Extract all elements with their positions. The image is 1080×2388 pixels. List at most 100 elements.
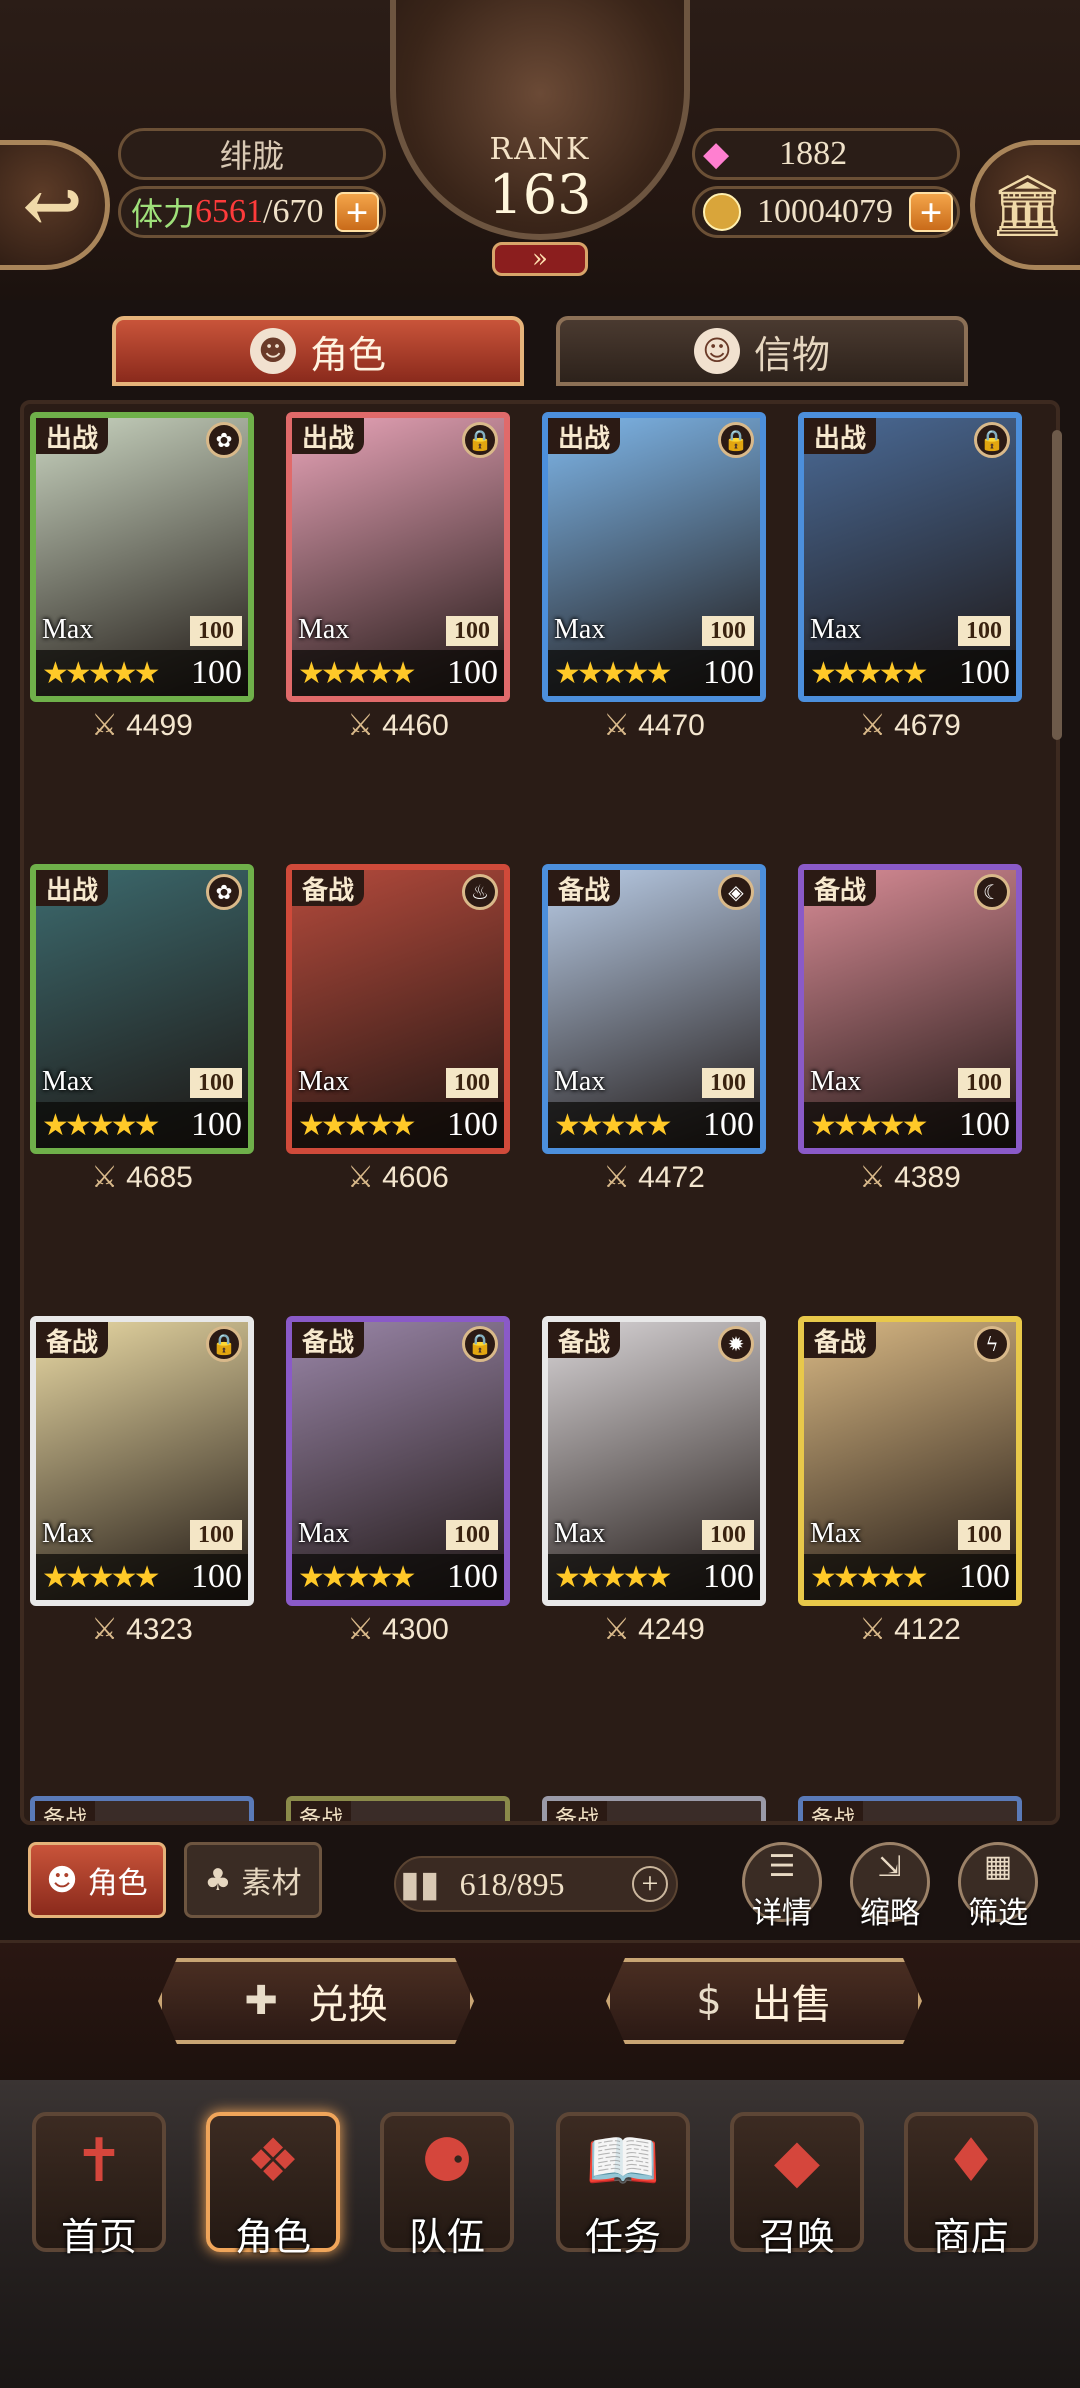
- deploy-status-tag: 备战: [292, 870, 365, 906]
- power-rating: ⚔ 4470: [542, 708, 766, 752]
- power-rating: ⚔ 4122: [798, 1612, 1022, 1656]
- crossed-swords-icon: ⚔: [91, 709, 119, 742]
- star-level: 100: [447, 1106, 498, 1143]
- character-card[interactable]: 备战 🔒 Max 100 ★★★★★ 100: [286, 1316, 510, 1606]
- deploy-status-tag: 出战: [36, 870, 109, 906]
- token-head-icon: ☺: [693, 328, 740, 374]
- character-card[interactable]: 备战 ♨ Max 100 ★★★★★ 100: [286, 864, 510, 1154]
- gem-icon: ◆: [703, 136, 730, 173]
- character-card-partial[interactable]: 备战: [542, 1796, 766, 1821]
- star-icons: ★★★★★: [42, 655, 161, 691]
- power-value: 4472: [638, 1161, 705, 1194]
- power-rating: ⚔ 4389: [798, 1160, 1022, 1204]
- lock-icon: 🔒: [718, 422, 754, 458]
- tab-tokens[interactable]: ☺ 信物: [556, 316, 968, 386]
- gold-display: 10004079 +: [692, 186, 960, 238]
- fast-forward-button[interactable]: »: [492, 242, 588, 276]
- gear-icon: ✹: [718, 1326, 754, 1362]
- details-label: 详情: [752, 1896, 812, 1931]
- character-card[interactable]: 出战 🔒 Max 100 ★★★★★ 100: [286, 412, 510, 702]
- star-level: 100: [959, 654, 1010, 691]
- exchange-button[interactable]: ✚ 兑换: [158, 1958, 474, 2044]
- star-level: 100: [191, 1558, 242, 1595]
- character-card[interactable]: 出战 🔒 Max 100 ★★★★★ 100: [798, 412, 1022, 702]
- deploy-status-tag: 出战: [36, 418, 109, 454]
- character-head-icon: ☻: [249, 328, 296, 374]
- star-icons: ★★★★★: [298, 655, 417, 691]
- home-banner-icon: ✝: [73, 2126, 125, 2196]
- star-row: ★★★★★ 100: [36, 1554, 248, 1600]
- crossed-swords-icon: ⚔: [603, 1613, 631, 1646]
- star-icons: ★★★★★: [810, 1559, 929, 1595]
- character-card[interactable]: 备战 ϟ Max 100 ★★★★★ 100: [798, 1316, 1022, 1606]
- add-gold-button[interactable]: +: [909, 192, 953, 233]
- crossed-swords-icon: ⚔: [603, 1161, 631, 1194]
- level-max-label: Max: [810, 1518, 862, 1549]
- level-max-label: Max: [810, 614, 862, 645]
- deploy-status-tag: 备战: [803, 1801, 864, 1821]
- star-icons: ★★★★★: [554, 1559, 673, 1595]
- expand-capacity-button[interactable]: +: [632, 1866, 668, 1902]
- star-icons: ★★★★★: [42, 1559, 161, 1595]
- leaf-icon: ✿: [206, 422, 242, 458]
- deploy-status-tag: 出战: [548, 418, 621, 454]
- character-card[interactable]: 备战 ✹ Max 100 ★★★★★ 100: [542, 1316, 766, 1606]
- star-row: ★★★★★ 100: [36, 1102, 248, 1148]
- level-max-label: Max: [42, 614, 94, 645]
- tab-characters[interactable]: ☻ 角色: [112, 316, 524, 386]
- grid-filter-icon: ▦: [983, 1849, 1013, 1884]
- star-level: 100: [191, 1106, 242, 1143]
- crossed-swords-icon: ⚔: [347, 1613, 375, 1646]
- power-value: 4249: [638, 1613, 705, 1646]
- star-level: 100: [703, 654, 754, 691]
- grid-scrollbar[interactable]: [1052, 430, 1062, 740]
- summon-card-icon: ◆: [773, 2126, 821, 2196]
- add-stamina-button[interactable]: +: [335, 192, 379, 233]
- level-max-label: Max: [298, 1066, 350, 1097]
- character-card[interactable]: 备战 ◈ Max 100 ★★★★★ 100: [542, 864, 766, 1154]
- character-card[interactable]: 出战 🔒 Max 100 ★★★★★ 100: [542, 412, 766, 702]
- team-icon: ⚈: [420, 2126, 474, 2196]
- power-value: 4685: [126, 1161, 193, 1194]
- sell-button[interactable]: $ 出售: [606, 1958, 922, 2044]
- fast-forward-icon: »: [532, 244, 548, 274]
- level-value: 100: [190, 1068, 242, 1098]
- level-value: 100: [958, 616, 1010, 646]
- filter-materials-button[interactable]: ♣ 素材: [184, 1842, 322, 1918]
- star-row: ★★★★★ 100: [36, 650, 248, 696]
- crossed-swords-icon: ⚔: [347, 1161, 375, 1194]
- crossed-swords-icon: ⚔: [91, 1613, 119, 1646]
- power-rating: ⚔ 4606: [286, 1160, 510, 1204]
- puzzle-icon: ✚: [244, 1978, 278, 2024]
- level-max-label: Max: [554, 1066, 606, 1097]
- lock-icon: 🔒: [974, 422, 1010, 458]
- character-grid[interactable]: 出战 ✿ Max 100 ★★★★★ 100 ⚔ 4499 出战 🔒 Max 100 ★★★★★ 100 ⚔…: [20, 400, 1060, 1825]
- level-value: 100: [446, 1520, 498, 1550]
- level-max-label: Max: [298, 614, 350, 645]
- star-row: ★★★★★ 100: [548, 1554, 760, 1600]
- star-row: ★★★★★ 100: [292, 650, 504, 696]
- character-card[interactable]: 出战 ✿ Max 100 ★★★★★ 100: [30, 412, 254, 702]
- filter-characters-button[interactable]: ☻ 角色: [28, 1842, 166, 1918]
- power-rating: ⚔ 4685: [30, 1160, 254, 1204]
- character-card-partial[interactable]: 备战: [286, 1796, 510, 1821]
- character-card[interactable]: 备战 🔒 Max 100 ★★★★★ 100: [30, 1316, 254, 1606]
- character-card[interactable]: 备战 ☾ Max 100 ★★★★★ 100: [798, 864, 1022, 1154]
- star-icons: ★★★★★: [298, 1107, 417, 1143]
- gold-coin-icon: [703, 193, 741, 231]
- star-icons: ★★★★★: [554, 655, 673, 691]
- power-rating: ⚔ 4300: [286, 1612, 510, 1656]
- level-value: 100: [958, 1520, 1010, 1550]
- lightning-icon: ϟ: [974, 1326, 1010, 1362]
- star-icons: ★★★★★: [810, 1107, 929, 1143]
- character-card[interactable]: 出战 ✿ Max 100 ★★★★★ 100: [30, 864, 254, 1154]
- gold-value: 10004079: [757, 193, 893, 230]
- stamina-display: 体力 6561 /670 +: [118, 186, 386, 238]
- quest-book-icon: 📖: [585, 2126, 661, 2196]
- level-value: 100: [958, 1068, 1010, 1098]
- character-card-partial[interactable]: 备战: [30, 1796, 254, 1821]
- inventory-capacity: ▮▮ 618/895 +: [394, 1856, 678, 1912]
- character-card-partial[interactable]: 备战: [798, 1796, 1022, 1821]
- deploy-status-tag: 备战: [548, 870, 621, 906]
- compact-icon: ⇲: [877, 1849, 903, 1884]
